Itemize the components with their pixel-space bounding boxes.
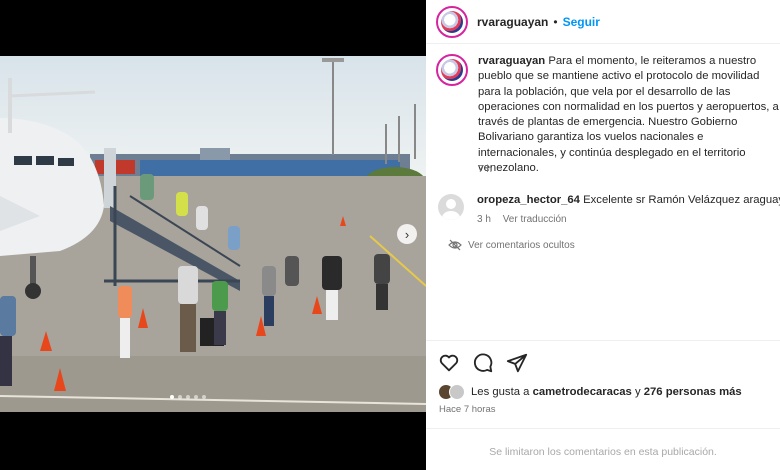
separator-dot: • <box>553 14 558 29</box>
caption-time: 7 h <box>478 164 492 175</box>
caption-username[interactable]: rvaraguayan <box>478 55 545 67</box>
likes-summary: Les gusta a cametrodecaracas y 276 perso… <box>438 384 742 400</box>
next-media-button[interactable]: › <box>397 224 417 244</box>
share-icon[interactable] <box>506 352 528 374</box>
chevron-right-icon: › <box>404 226 410 242</box>
avatar[interactable] <box>436 5 468 38</box>
carousel-dot <box>194 395 198 399</box>
comment-time: 3 h <box>477 214 491 225</box>
profile-logo-icon <box>441 59 463 81</box>
comment-text: Excelente sr Ramón Velázquez araguayan <box>583 194 780 206</box>
post-media: › <box>0 0 426 470</box>
divider <box>426 340 780 341</box>
likes-connector: y <box>634 386 641 398</box>
liker-avatars <box>438 384 465 400</box>
carousel-dot <box>170 395 174 399</box>
caption: rvaraguayan Para el momento, le reiteram… <box>436 54 780 176</box>
post-photo <box>0 56 426 412</box>
header-username[interactable]: rvaraguayan <box>477 15 548 29</box>
comment-avatar[interactable] <box>438 194 464 220</box>
eye-off-icon <box>448 239 462 251</box>
see-translation-link[interactable]: Ver traducción <box>503 214 567 225</box>
follow-button[interactable]: Seguir <box>563 15 600 29</box>
likes-prefix: Les gusta a <box>471 386 530 398</box>
heart-icon[interactable] <box>438 352 460 374</box>
action-bar <box>438 352 528 374</box>
carousel-indicator <box>170 395 206 399</box>
carousel-dot <box>186 395 190 399</box>
post-time: Hace 7 horas <box>439 404 496 415</box>
comments-closed-notice: Se limitaron los comentarios en esta pub… <box>489 446 717 458</box>
profile-logo-icon <box>441 10 463 33</box>
caption-text: rvaraguayan Para el momento, le reiteram… <box>478 54 780 176</box>
post-header: rvaraguayan • Seguir <box>426 0 780 44</box>
divider <box>426 428 780 429</box>
post-panel: rvaraguayan • Seguir rvaraguayan Para el… <box>426 0 780 470</box>
comment-line: oropeza_hector_64 Excelente sr Ramón Vel… <box>477 194 780 206</box>
hidden-comments-label: Ver comentarios ocultos <box>468 239 575 251</box>
comment-item: oropeza_hector_64 Excelente sr Ramón Vel… <box>438 194 780 225</box>
carousel-dot <box>202 395 206 399</box>
avatar <box>449 384 465 400</box>
carousel-dot <box>178 395 182 399</box>
likes-user[interactable]: cametrodecaracas <box>533 386 632 398</box>
likes-others[interactable]: 276 personas más <box>644 386 742 398</box>
hidden-comments-link[interactable]: Ver comentarios ocultos <box>448 239 575 251</box>
comment-meta: 3 h Ver traducción <box>477 214 780 225</box>
comment-username[interactable]: oropeza_hector_64 <box>477 194 580 206</box>
caption-avatar[interactable] <box>436 54 468 86</box>
comment-icon[interactable] <box>472 352 494 374</box>
caption-body: Para el momento, le reiteramos a nuestro… <box>478 55 779 175</box>
